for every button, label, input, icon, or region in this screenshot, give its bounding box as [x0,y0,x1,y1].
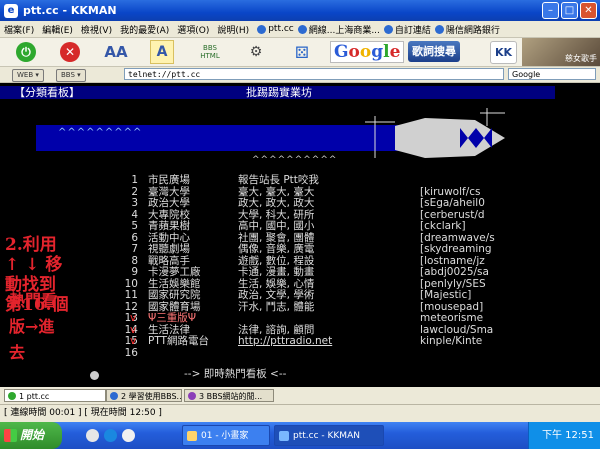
globe-icon [257,24,267,34]
menu-tab-bank[interactable]: 陽信網路銀行 [434,23,500,36]
window-title: ptt.cc - KKMAN [23,4,117,17]
gear-icon: ⚙ [249,44,263,60]
address-input[interactable]: telnet://ptt.cc [124,68,504,80]
dice-icon: ⚄ [295,42,309,62]
globe-icon [110,392,118,400]
taskbar-item-kkman[interactable]: ptt.cc - KKMAN [274,425,384,446]
globe-icon [383,24,393,34]
status-bar: [ 連線時間 00:01 ] [ 現在時間 12:50 ] [0,405,600,421]
taskbar-item-paint[interactable]: 01 - 小畫家 [182,425,270,446]
singer-thumbnail[interactable]: 慈女歌手 [522,38,600,66]
globe-icon [297,24,307,34]
close-button[interactable]: ✕ [580,2,597,19]
minimize-button[interactable]: – [542,2,559,19]
menu-tab-custom-links[interactable]: 自訂連結 [383,23,431,36]
page-tabs: 1 ptt.cc 2 學習使用BBS... 3 BBS網站的閒... [0,387,600,405]
address-row: WEB ▾ BBS ▾ telnet://ptt.cc Google [0,67,600,83]
pttradio-link[interactable]: http://pttradio.net [238,335,332,348]
kkman-icon [279,431,289,441]
media-icon[interactable] [122,429,135,442]
font-style-icon: A [156,44,168,60]
font-style-button[interactable]: A [150,40,174,64]
connected-icon [8,392,16,400]
kkman-app-icon: e [4,3,18,18]
quicklaunch-icon[interactable] [86,429,99,442]
ascii-art-tildes: ^^^^^^^^^ [58,127,143,138]
dice-button[interactable]: ⚄ [290,40,314,64]
web-dropdown[interactable]: WEB ▾ [12,69,44,82]
bbs-dropdown[interactable]: BBS ▾ [56,69,86,82]
menu-edit[interactable]: 編輯(E) [38,23,77,36]
toolbar: ⏻ ✕ AA A BBS HTML ⚙ ⚄ Google 歌詞搜尋 KK 慈女歌… [0,38,600,67]
bbs-html-button[interactable]: BBS HTML [196,40,224,64]
ascii-art-tildes-mid: ^^^^^^^^^^ [252,155,338,165]
terminal-header: 【分類看板】 批踢踢實業坊 [0,86,555,99]
hot-boards-entry[interactable]: --> 即時熱門看板 <-- [184,366,286,381]
menu-bar: 檔案(F) 編輯(E) 檢視(V) 我的最愛(A) 選項(O) 說明(H) pt… [0,21,600,38]
tab-ptt[interactable]: 1 ptt.cc [4,389,106,402]
tab-learn-bbs[interactable]: 2 學習使用BBS... [106,389,182,402]
menu-file[interactable]: 檔案(F) [0,23,38,36]
title-bar: e ptt.cc - KKMAN – □ ✕ [0,0,600,21]
font-size-icon: AA [104,43,128,61]
menu-favorites[interactable]: 我的最愛(A) [116,23,173,36]
new-marker-icon: v [130,335,137,347]
bbs-terminal[interactable]: 【分類看板】 批踢踢實業坊 ^^^^^^^^^ ^^^^^^^^^^ 1 市民廣場… [0,83,600,387]
maximize-button[interactable]: □ [561,2,578,19]
ie-icon[interactable] [104,429,117,442]
system-tray-clock[interactable]: 下午 12:51 [528,422,600,449]
mouse-cursor-icon [90,371,99,380]
windows-flag-icon [4,429,17,442]
menu-tab-shanghai[interactable]: 網線...上海商業... [297,23,380,36]
disconnect-button[interactable]: ✕ [58,40,82,64]
new-marker-icon: v [130,312,137,324]
ascii-art-fish [365,108,505,158]
paint-icon [187,431,197,441]
site-name: 批踢踢實業坊 [246,86,312,99]
taskbar: 開始 01 - 小畫家 ptt.cc - KKMAN 下午 12:51 [0,422,600,449]
annotation-step-2b: 熱門看 版→進 去 [9,291,58,362]
start-button[interactable]: 開始 [0,422,62,449]
lyrics-search-button[interactable]: 歌詞搜尋 [408,41,460,62]
google-search-input[interactable]: Google [508,68,596,80]
tab-bbs-site[interactable]: 3 BBS網站的閒... [184,389,274,402]
font-larger-button[interactable]: AA [104,40,128,64]
google-button[interactable]: Google [330,41,405,63]
globe-icon [434,24,444,34]
power-icon: ⏻ [16,42,36,62]
menu-help[interactable]: 說明(H) [213,23,253,36]
menu-options[interactable]: 選項(O) [173,23,213,36]
window-controls: – □ ✕ [542,2,597,19]
board-category-label: 【分類看板】 [14,86,80,99]
yahoo-icon [188,392,196,400]
menu-view[interactable]: 檢視(V) [77,23,116,36]
stop-icon: ✕ [60,42,80,62]
menu-tab-ptt[interactable]: ptt.cc [257,24,294,34]
settings-button[interactable]: ⚙ [244,40,268,64]
kkbox-button[interactable]: KK [490,41,518,64]
connect-button[interactable]: ⏻ [14,40,38,64]
